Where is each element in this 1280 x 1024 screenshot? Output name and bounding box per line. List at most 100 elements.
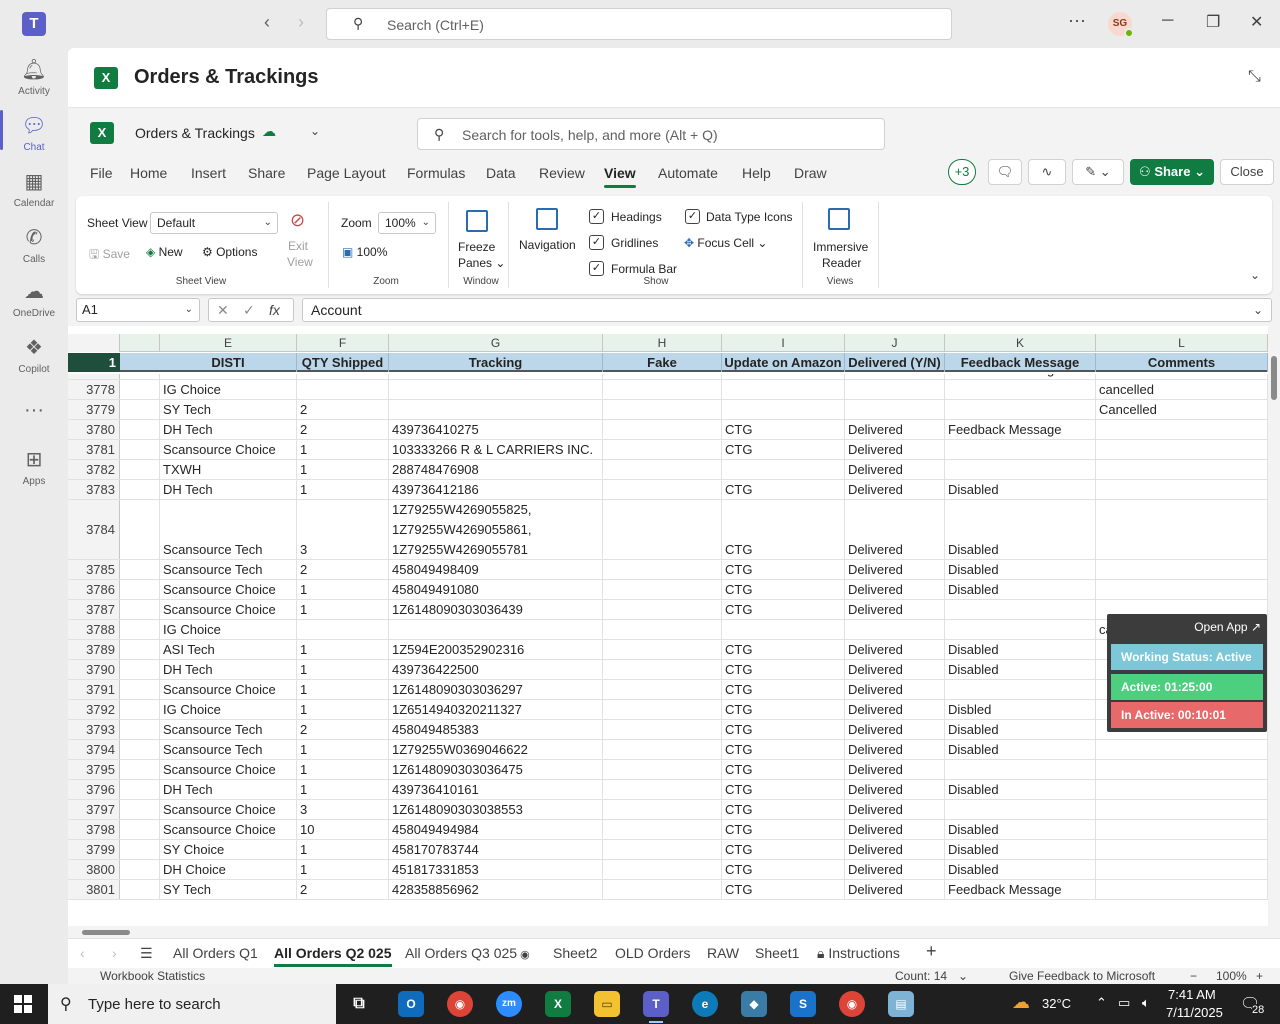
cell[interactable] (1096, 580, 1268, 599)
menu-automate[interactable]: Automate (658, 165, 718, 181)
cell[interactable] (603, 440, 722, 459)
cell[interactable]: 458049494984 (389, 820, 603, 839)
cell[interactable]: Disabled (945, 640, 1096, 659)
task-view-icon[interactable]: ⧉ (346, 991, 372, 1017)
cell[interactable]: Disabled (945, 780, 1096, 799)
cell[interactable] (120, 620, 160, 639)
options-button[interactable]: ⚙ Options (202, 245, 257, 259)
cell[interactable]: 458064172569 (389, 374, 603, 379)
zoom-in-icon[interactable]: + (1256, 969, 1263, 983)
column-header-partial[interactable] (120, 334, 160, 352)
file-explorer-icon[interactable]: ▭ (594, 991, 620, 1017)
cell[interactable]: Delivered (845, 440, 945, 459)
cell[interactable]: 1Z594E200352902316 (389, 640, 603, 659)
cell[interactable] (120, 700, 160, 719)
taskbar-search[interactable]: ⚲ Type here to search (48, 984, 336, 1024)
cell[interactable]: 458049498409 (389, 560, 603, 579)
tray-chevron-up-icon[interactable]: ⌃ (1096, 995, 1107, 1011)
header-cell[interactable]: QTY Shipped (297, 353, 389, 372)
cell[interactable] (1096, 740, 1268, 759)
rail-item-onedrive[interactable]: ☁︎ OneDrive (0, 280, 68, 319)
cell[interactable] (945, 680, 1096, 699)
row-number[interactable]: 3788 (68, 620, 120, 639)
column-header-f[interactable]: F (297, 334, 389, 352)
cell[interactable] (1096, 460, 1268, 479)
cell[interactable] (1096, 560, 1268, 579)
rail-item-activity[interactable]: 🔔︎ Activity (0, 58, 68, 97)
column-header-g[interactable]: G (389, 334, 603, 352)
cell[interactable]: Delivered (845, 780, 945, 799)
zoom-level[interactable]: 100% (1216, 969, 1247, 983)
menu-page-layout[interactable]: Page Layout (307, 165, 386, 181)
row-number[interactable]: 3786 (68, 580, 120, 599)
cell[interactable]: IG Choice (160, 620, 297, 639)
row-number[interactable]: 3795 (68, 760, 120, 779)
weather-icon[interactable]: ☁ (1012, 992, 1030, 1013)
cell[interactable]: Feedback Message (945, 374, 1096, 379)
header-cell[interactable]: Delivered (Y/N) (845, 353, 945, 372)
cell[interactable] (945, 760, 1096, 779)
cancel-icon[interactable]: ✕ (217, 299, 229, 321)
cell[interactable]: CTG (722, 780, 845, 799)
cell[interactable]: CTG (722, 600, 845, 619)
cell[interactable]: Disabled (945, 560, 1096, 579)
row-number[interactable]: 3798 (68, 820, 120, 839)
save-view-button[interactable]: 🖫︎ Save (89, 245, 130, 266)
function-icon[interactable]: fx (269, 299, 280, 321)
cell[interactable]: 1 (297, 440, 389, 459)
cell[interactable] (120, 860, 160, 879)
prev-sheet-icon[interactable]: ‹ (80, 945, 85, 961)
cell[interactable]: DH Tech (160, 660, 297, 679)
freeze-panes-button[interactable]: Freeze (458, 240, 495, 254)
sheet-tab-all-orders-q2-025[interactable]: All Orders Q2 025 (274, 945, 392, 967)
cell[interactable]: Delivered (845, 760, 945, 779)
navigation-button[interactable]: Navigation (519, 238, 576, 252)
header-cell[interactable]: Fake (603, 353, 722, 372)
give-feedback-link[interactable]: Give Feedback to Microsoft (1009, 969, 1155, 983)
cell[interactable]: Delivered (845, 800, 945, 819)
cell[interactable]: Disabled (945, 720, 1096, 739)
cell[interactable]: 1 (297, 374, 389, 379)
cell[interactable]: DH Tech (160, 780, 297, 799)
cell[interactable]: 1Z6148090303036439 (389, 600, 603, 619)
comments-button[interactable]: 🗨︎ (988, 159, 1022, 185)
cell[interactable] (1096, 780, 1268, 799)
cell[interactable] (603, 500, 722, 559)
cell[interactable]: Delivered (845, 600, 945, 619)
row-number[interactable]: 3783 (68, 480, 120, 499)
cell[interactable] (120, 580, 160, 599)
chrome-icon[interactable]: ◉ (447, 991, 473, 1017)
back-arrow-icon[interactable]: ‹ (264, 12, 270, 33)
cell[interactable] (120, 880, 160, 899)
cell[interactable]: 288748476908 (389, 460, 603, 479)
editing-mode-button[interactable]: ✎ ⌄ (1072, 159, 1124, 185)
row-number[interactable]: 3789 (68, 640, 120, 659)
row-number[interactable]: 3778 (68, 380, 120, 399)
cell[interactable]: CTG (722, 880, 845, 899)
sheet-tab-instructions[interactable]: 🔒︎ Instructions (817, 945, 900, 962)
data-type-icons-checkbox[interactable]: ✓ (685, 209, 700, 224)
cell[interactable]: 1 (297, 660, 389, 679)
cell[interactable] (120, 680, 160, 699)
enter-icon[interactable]: ✓ (243, 299, 255, 321)
cell[interactable]: CTG (722, 700, 845, 719)
collapse-icon[interactable]: ⤡ (1248, 68, 1261, 86)
cell[interactable] (389, 400, 603, 419)
cell[interactable] (120, 760, 160, 779)
cell[interactable]: Scansource Choice (160, 600, 297, 619)
next-sheet-icon[interactable]: › (112, 945, 117, 961)
cell[interactable] (845, 380, 945, 399)
rail-item-more[interactable]: ··· (0, 398, 68, 426)
edge-icon[interactable]: e (692, 991, 718, 1017)
cell[interactable] (389, 380, 603, 399)
row-number[interactable]: 3793 (68, 720, 120, 739)
cell[interactable]: Scansource Tech (160, 500, 297, 559)
cell[interactable] (603, 400, 722, 419)
cell[interactable]: cancelled (1096, 380, 1268, 399)
cell[interactable]: CTG (722, 580, 845, 599)
cell[interactable] (603, 420, 722, 439)
cell[interactable]: SY Choice (160, 840, 297, 859)
minimize-icon[interactable]: ─ (1162, 12, 1173, 30)
formula-input[interactable]: Account ⌄ (302, 298, 1272, 322)
sheet-tab-sheet2[interactable]: Sheet2 (553, 945, 597, 961)
